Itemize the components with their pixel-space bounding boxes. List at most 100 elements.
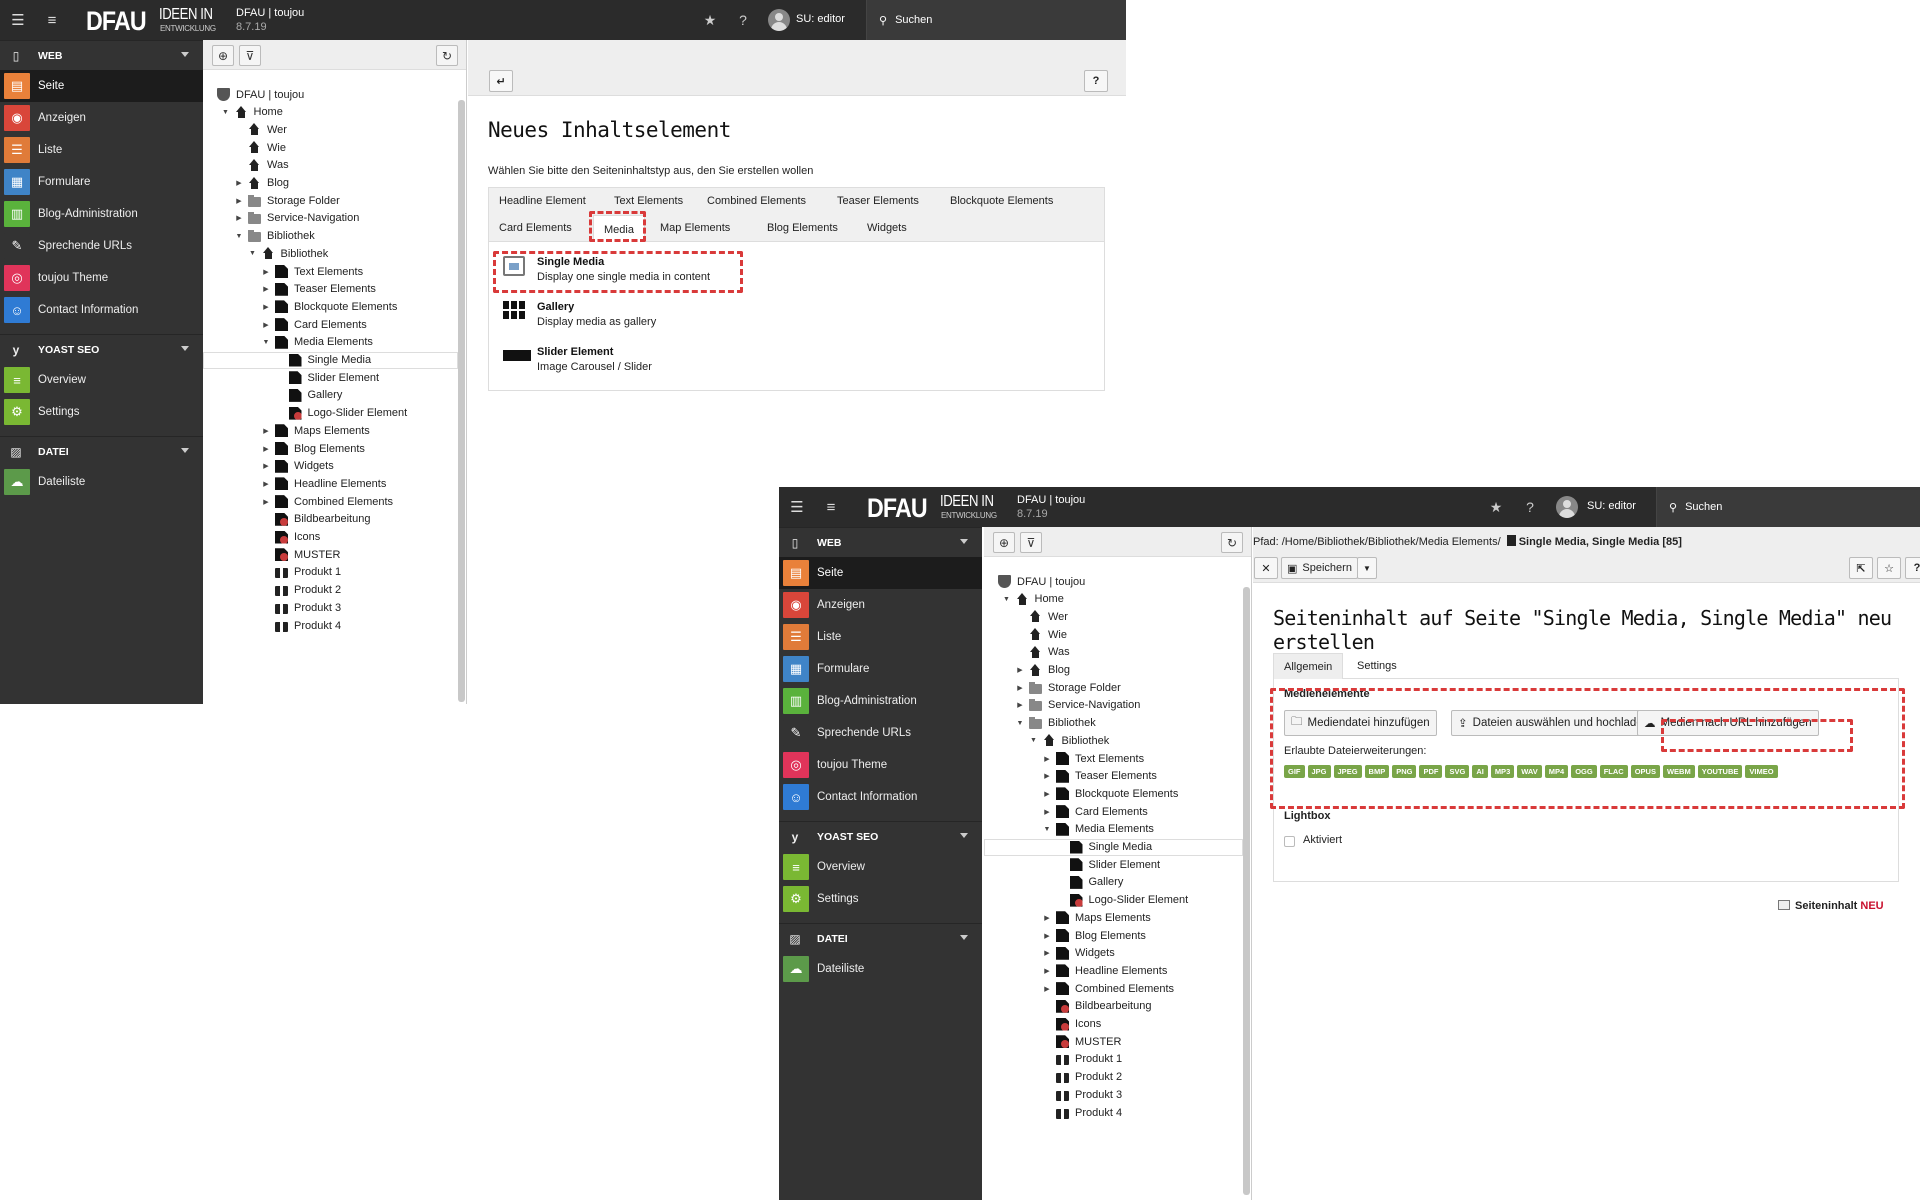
tree-node[interactable]: Was <box>248 157 289 174</box>
tab-combined-elements[interactable]: Combined Elements <box>697 188 816 214</box>
chevron-down-icon[interactable] <box>960 935 968 940</box>
module-item[interactable]: ▦ Formulare <box>0 166 203 198</box>
user-label[interactable]: SU: editor <box>796 13 845 25</box>
expand-icon[interactable]: ▶ <box>1042 985 1052 993</box>
tree-node[interactable]: ▶ Service-Navigation <box>1017 697 1140 714</box>
expand-icon[interactable]: ▶ <box>1042 772 1052 780</box>
tree-node[interactable]: Produkt 1 <box>275 564 341 581</box>
chevron-down-icon[interactable] <box>960 539 968 544</box>
expand-icon[interactable]: ▶ <box>1015 666 1025 674</box>
tree-node[interactable]: Logo-Slider Element <box>1069 892 1188 909</box>
tree-node[interactable]: Icons <box>275 529 320 546</box>
tree-node[interactable]: ▼ Bibliothek <box>249 245 328 262</box>
expand-icon[interactable]: ▶ <box>1042 967 1052 975</box>
tree-node[interactable]: Produkt 4 <box>275 617 341 634</box>
module-group-1[interactable]: y YOAST SEO <box>0 334 203 364</box>
expand-icon[interactable]: ▶ <box>261 427 271 435</box>
chevron-down-icon[interactable] <box>181 52 189 57</box>
expand-icon[interactable]: ▶ <box>261 285 271 293</box>
chevron-down-icon[interactable] <box>181 448 189 453</box>
module-item[interactable]: ☺ Contact Information <box>779 781 982 813</box>
tree-node[interactable]: ▶ Blockquote Elements <box>1044 785 1178 802</box>
module-item[interactable]: ▤ Seite <box>779 557 982 589</box>
expand-icon[interactable]: ▶ <box>1042 808 1052 816</box>
tree-node[interactable]: ▶ Blog <box>1017 662 1070 679</box>
help-button[interactable]: ? <box>1905 557 1920 579</box>
tree-node[interactable]: ▼ Home <box>1003 591 1064 608</box>
tree-node[interactable]: ▶ Blog Elements <box>1044 927 1146 944</box>
expand-icon[interactable]: ▶ <box>261 480 271 488</box>
tree-node[interactable]: ▶ Storage Folder <box>1017 679 1121 696</box>
save-button[interactable]: ▣ Speichern <box>1281 557 1358 579</box>
tab-blog-elements[interactable]: Blog Elements <box>757 215 848 241</box>
collapse-icon[interactable]: ▼ <box>261 339 271 346</box>
module-item[interactable]: ☰ Liste <box>0 134 203 166</box>
expand-icon[interactable]: ▶ <box>1015 701 1025 709</box>
module-item[interactable]: ◉ Anzeigen <box>779 589 982 621</box>
tree-node[interactable]: Bildbearbeitung <box>275 511 370 528</box>
tree-node[interactable]: Single Media <box>288 352 371 369</box>
tree-node[interactable]: Wie <box>248 139 286 156</box>
tab-teaser-elements[interactable]: Teaser Elements <box>827 188 929 214</box>
refresh-icon[interactable]: ↻ <box>1221 532 1243 553</box>
filter-icon[interactable]: ⊽ <box>239 45 261 66</box>
expand-icon[interactable]: ▶ <box>1042 790 1052 798</box>
tree-node[interactable]: ▼ Bibliothek <box>236 228 315 245</box>
bookmark-icon[interactable]: ☆ <box>1877 557 1901 579</box>
tree-node[interactable]: ▶ Storage Folder <box>236 192 340 209</box>
tree-node[interactable]: ▼ Bibliothek <box>1017 715 1096 732</box>
tree-node[interactable]: ▶ Blockquote Elements <box>263 298 397 315</box>
module-item[interactable]: ✎ Sprechende URLs <box>0 230 203 262</box>
star-bookmark-icon[interactable]: ★ <box>700 10 720 30</box>
tree-node[interactable]: ▼ Media Elements <box>1044 821 1154 838</box>
element-slider[interactable]: Slider Element Image Carousel / Slider <box>503 346 652 373</box>
search-button[interactable]: ⚲ Suchen <box>866 0 1126 40</box>
tree-node[interactable]: Produkt 2 <box>1056 1069 1122 1086</box>
module-item[interactable]: ⚙ Settings <box>779 883 982 915</box>
tree-node[interactable]: Gallery <box>288 387 342 404</box>
collapse-icon[interactable]: ▼ <box>1015 720 1025 727</box>
expand-icon[interactable]: ▶ <box>261 321 271 329</box>
lightbox-checkbox[interactable] <box>1284 836 1295 847</box>
expand-icon[interactable]: ▶ <box>261 498 271 506</box>
tree-node[interactable]: Wie <box>1029 626 1067 643</box>
tree-node[interactable]: ▼ Home <box>222 104 283 121</box>
module-item[interactable]: ☰ Liste <box>779 621 982 653</box>
tree-node[interactable]: Slider Element <box>288 369 379 386</box>
tree-node[interactable]: ▶ Teaser Elements <box>1044 768 1157 785</box>
open-external-icon[interactable]: ⇱ <box>1849 557 1873 579</box>
tree-node[interactable]: Single Media <box>1069 839 1152 856</box>
list-toggle-icon[interactable]: ≡ <box>817 487 845 527</box>
expand-icon[interactable]: ▶ <box>261 445 271 453</box>
module-group-2[interactable]: ▨ DATEI <box>779 923 982 953</box>
avatar[interactable] <box>768 9 790 31</box>
tree-node[interactable]: ▶ Blog <box>236 175 289 192</box>
module-item[interactable]: ▥ Blog-Administration <box>779 685 982 717</box>
module-item[interactable]: ☁ Dateiliste <box>0 466 203 498</box>
star-bookmark-icon[interactable]: ★ <box>1486 497 1506 517</box>
module-group-0[interactable]: ▯ WEB <box>0 40 203 70</box>
module-item[interactable]: ▥ Blog-Administration <box>0 198 203 230</box>
tree-scrollbar[interactable] <box>1243 587 1250 1195</box>
tree-node[interactable]: ▶ Headline Elements <box>1044 962 1167 979</box>
module-group-1[interactable]: y YOAST SEO <box>779 821 982 851</box>
tree-node[interactable]: Produkt 2 <box>275 582 341 599</box>
expand-icon[interactable]: ▶ <box>234 197 244 205</box>
hamburger-icon[interactable]: ☰ <box>4 0 32 40</box>
tree-node[interactable]: ▼ Media Elements <box>263 334 373 351</box>
tree-node[interactable]: MUSTER <box>1056 1033 1121 1050</box>
list-toggle-icon[interactable]: ≡ <box>38 0 66 40</box>
back-icon[interactable]: ↵ <box>489 70 513 92</box>
tree-node[interactable]: ▶ Blog Elements <box>263 440 365 457</box>
tree-node[interactable]: ▶ Headline Elements <box>263 475 386 492</box>
tab-map-elements[interactable]: Map Elements <box>650 215 740 241</box>
expand-icon[interactable]: ▶ <box>261 303 271 311</box>
module-item[interactable]: ☁ Dateiliste <box>779 953 982 985</box>
tree-node[interactable]: ▶ Card Elements <box>1044 803 1148 820</box>
tree-node[interactable]: ▶ Service-Navigation <box>236 210 359 227</box>
search-button[interactable]: ⚲ Suchen <box>1656 487 1920 527</box>
module-item[interactable]: ▦ Formulare <box>779 653 982 685</box>
tree-node[interactable]: Produkt 3 <box>1056 1086 1122 1103</box>
tree-node[interactable]: Was <box>1029 644 1070 661</box>
module-item[interactable]: ◉ Anzeigen <box>0 102 203 134</box>
